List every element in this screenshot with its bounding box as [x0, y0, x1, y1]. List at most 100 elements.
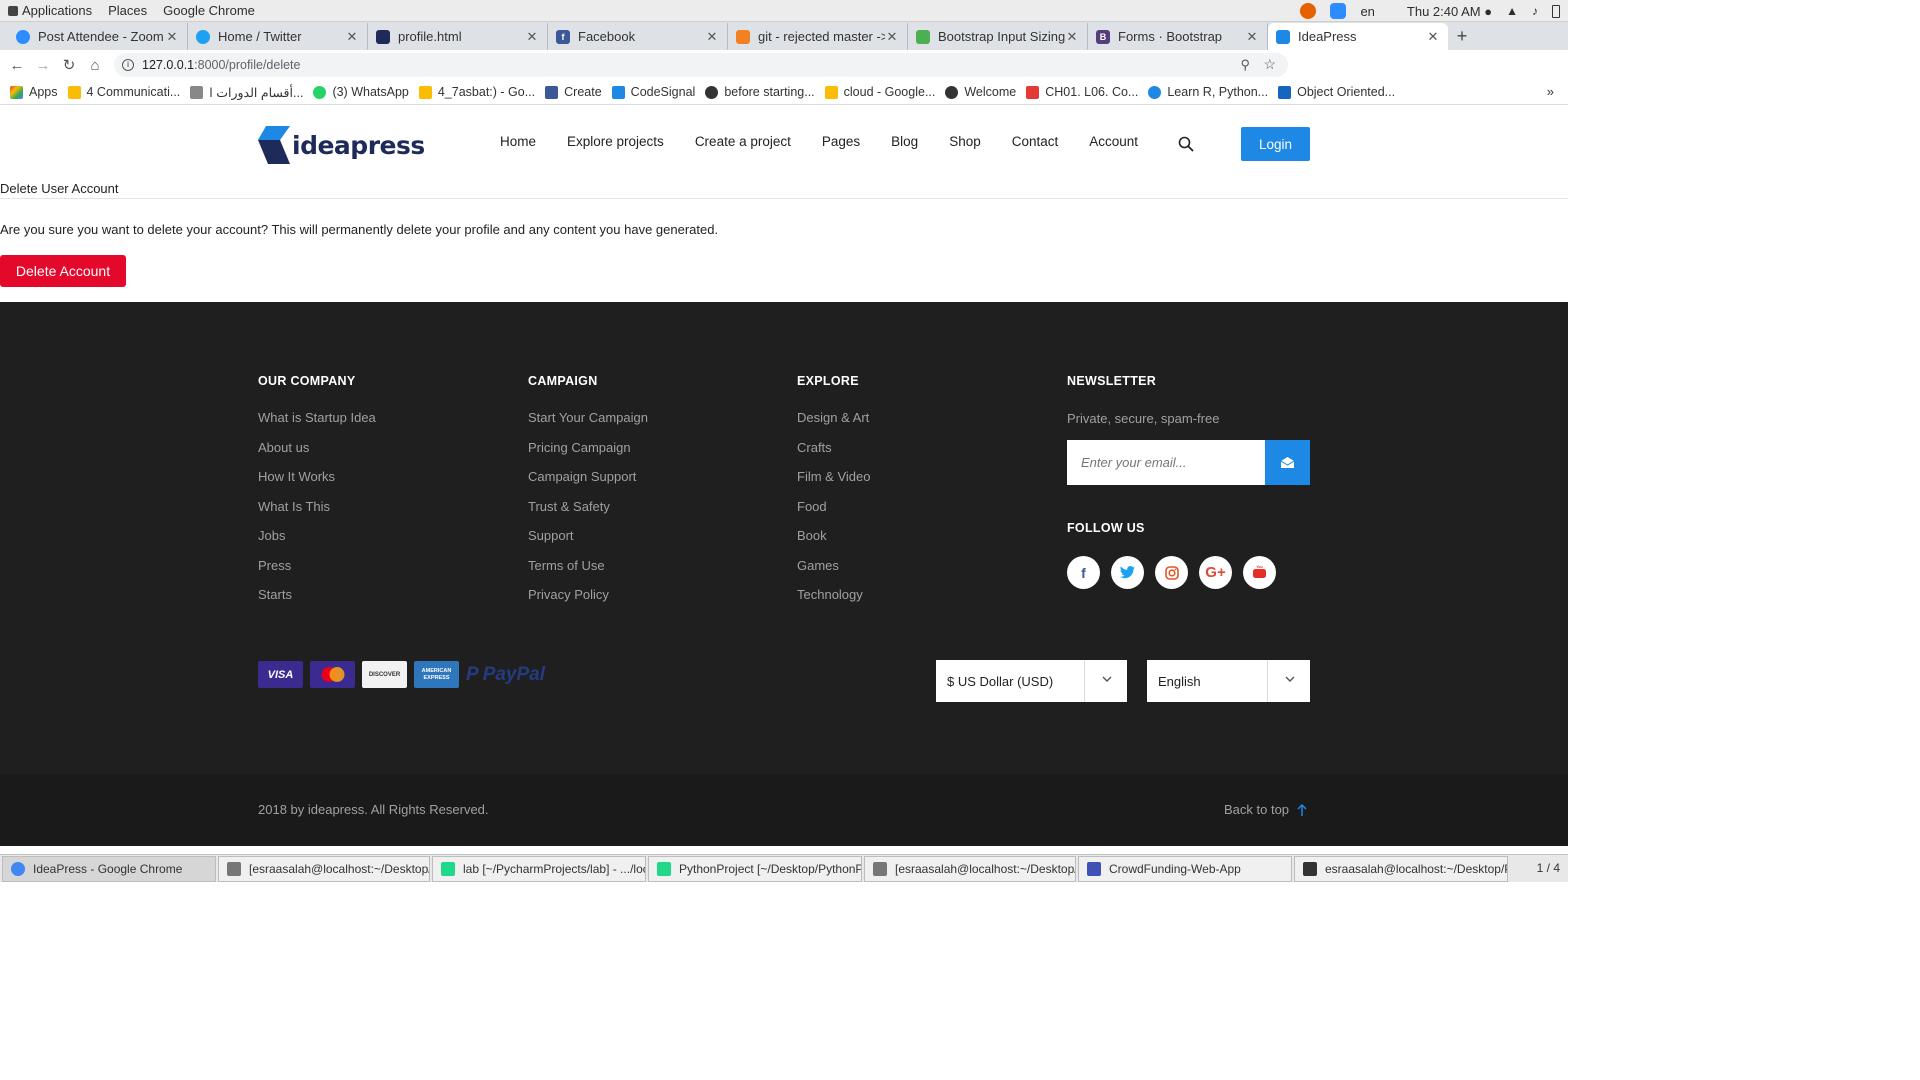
close-tab-icon[interactable]: ✕ [1245, 29, 1259, 45]
places-menu[interactable]: Places [108, 3, 147, 18]
close-tab-icon[interactable]: ✕ [525, 29, 539, 45]
tab-bootstrap-forms[interactable]: B Forms · Bootstrap ✕ [1088, 23, 1268, 50]
twitter-icon[interactable] [1111, 556, 1144, 589]
close-tab-icon[interactable]: ✕ [1065, 29, 1079, 45]
wifi-icon[interactable]: ▲ [1506, 4, 1518, 18]
footer-link[interactable]: Support [528, 528, 648, 558]
bookmark-item[interactable]: CH01. L06. Co... [1026, 85, 1138, 99]
taskbar-item-pycharm[interactable]: lab [~/PycharmProjects/lab] - .../locall… [432, 855, 646, 882]
close-tab-icon[interactable]: ✕ [885, 29, 899, 45]
nav-contact[interactable]: Contact [1012, 134, 1059, 149]
address-bar[interactable]: i 127.0.0.1:8000/profile/delete ⚲ ☆ [114, 53, 1288, 77]
chrome-app-menu[interactable]: Google Chrome [163, 3, 255, 18]
footer-link[interactable]: Crafts [797, 440, 870, 470]
home-icon[interactable]: ⌂ [82, 57, 108, 74]
bookmark-item[interactable]: (3) WhatsApp [313, 85, 409, 99]
newsletter-submit-button[interactable] [1265, 440, 1310, 485]
bookmark-item[interactable]: CodeSignal [611, 85, 695, 99]
close-tab-icon[interactable]: ✕ [705, 29, 719, 45]
tab-w3schools[interactable]: Bootstrap Input Sizing ✕ [908, 23, 1088, 50]
footer-link[interactable]: Games [797, 558, 870, 588]
footer-link[interactable]: How It Works [258, 469, 376, 499]
nav-create-project[interactable]: Create a project [695, 134, 791, 149]
language-indicator[interactable]: en [1360, 4, 1374, 19]
tab-stackoverflow[interactable]: git - rejected master -> ✕ [728, 23, 908, 50]
facebook-icon[interactable]: f [1067, 556, 1100, 589]
tab-profile-html[interactable]: profile.html ✕ [368, 23, 548, 50]
bookmark-item[interactable]: Learn R, Python... [1148, 85, 1268, 99]
applications-menu[interactable]: Applications [8, 3, 92, 18]
youtube-icon[interactable]: You [1243, 556, 1276, 589]
taskbar-item-terminal[interactable]: esraasalah@localhost:~/Desktop/Pyt... [1294, 855, 1508, 882]
battery-icon[interactable] [1552, 4, 1560, 18]
footer-link[interactable]: Film & Video [797, 469, 870, 499]
bookmark-item[interactable]: Create [545, 85, 602, 99]
tab-ideapress[interactable]: IdeaPress ✕ [1268, 23, 1448, 50]
nav-account[interactable]: Account [1089, 134, 1138, 149]
login-button[interactable]: Login [1241, 127, 1310, 161]
workspace-pager[interactable]: 1 / 4 [1537, 861, 1560, 875]
nav-shop[interactable]: Shop [949, 134, 981, 149]
zoom-tray-icon[interactable] [1330, 3, 1347, 19]
footer-link[interactable]: Terms of Use [528, 558, 648, 588]
tab-twitter[interactable]: Home / Twitter ✕ [188, 23, 368, 50]
tab-zoom[interactable]: Post Attendee - Zoom ✕ [8, 23, 188, 50]
footer-link[interactable]: Design & Art [797, 410, 870, 440]
nav-blog[interactable]: Blog [891, 134, 918, 149]
search-icon[interactable] [1178, 136, 1194, 152]
zoom-icon[interactable]: ⚲ [1240, 57, 1250, 73]
footer-link[interactable]: Press [258, 558, 376, 588]
footer-link[interactable]: Technology [797, 587, 870, 617]
footer-link[interactable]: What Is This [258, 499, 376, 529]
bookmark-item[interactable]: 4 Communicati... [67, 85, 180, 99]
google-plus-icon[interactable]: G+ [1199, 556, 1232, 589]
footer-link[interactable]: Starts [258, 587, 376, 617]
site-info-icon[interactable]: i [122, 59, 134, 71]
bookmark-item[interactable]: أقسام الدورات ا... [190, 85, 303, 100]
footer-link[interactable]: Trust & Safety [528, 499, 648, 529]
language-select[interactable]: English [1147, 660, 1310, 702]
back-to-top-link[interactable]: Back to top [1224, 802, 1307, 817]
bookmark-item[interactable]: cloud - Google... [824, 85, 935, 99]
taskbar-item-chrome[interactable]: IdeaPress - Google Chrome [2, 855, 216, 882]
delete-account-button[interactable]: Delete Account [0, 255, 126, 287]
nav-explore-projects[interactable]: Explore projects [567, 134, 664, 149]
footer-link[interactable]: Pricing Campaign [528, 440, 648, 470]
firefox-tray-icon[interactable] [1300, 3, 1317, 19]
taskbar-item-terminal[interactable]: [esraasalah@localhost:~/Desktop/De... [218, 855, 430, 882]
reload-icon[interactable]: ↻ [56, 56, 82, 74]
footer-link[interactable]: What is Startup Idea [258, 410, 376, 440]
taskbar-item-pycharm[interactable]: PythonProject [~/Desktop/PythonPr... [648, 855, 862, 882]
bookmark-item[interactable]: 4_7asbat:) - Go... [418, 85, 535, 99]
bookmark-item[interactable]: before starting... [705, 85, 815, 99]
footer-link[interactable]: Book [797, 528, 870, 558]
bookmark-star-icon[interactable]: ☆ [1263, 56, 1276, 73]
bookmark-item[interactable]: Welcome [945, 85, 1016, 99]
instagram-icon[interactable] [1155, 556, 1188, 589]
taskbar-item-editor[interactable]: CrowdFunding-Web-App [1078, 855, 1292, 882]
nav-pages[interactable]: Pages [822, 134, 860, 149]
back-icon[interactable]: ← [4, 57, 30, 74]
volume-icon[interactable]: ♪ [1532, 4, 1538, 18]
ideapress-logo[interactable]: ideapress [258, 126, 425, 164]
bookmark-apps[interactable]: Apps [10, 85, 58, 99]
bookmark-item[interactable]: Object Oriented... [1278, 85, 1395, 99]
footer-link[interactable]: Food [797, 499, 870, 529]
footer-link[interactable]: About us [258, 440, 376, 470]
close-tab-icon[interactable]: ✕ [345, 29, 359, 45]
nav-home[interactable]: Home [500, 134, 536, 149]
close-tab-icon[interactable]: ✕ [1426, 29, 1440, 45]
close-tab-icon[interactable]: ✕ [165, 29, 179, 45]
footer-link[interactable]: Start Your Campaign [528, 410, 648, 440]
new-tab-button[interactable]: + [1448, 23, 1476, 50]
taskbar-item-terminal[interactable]: [esraasalah@localhost:~/Desktop/De... [864, 855, 1076, 882]
footer-link[interactable]: Campaign Support [528, 469, 648, 499]
newsletter-email-input[interactable] [1067, 440, 1265, 485]
forward-icon[interactable]: → [30, 57, 56, 74]
clock[interactable]: Thu 2:40 AM ● [1407, 4, 1492, 19]
tab-facebook[interactable]: f Facebook ✕ [548, 23, 728, 50]
bookmarks-overflow-icon[interactable]: » [1547, 84, 1554, 99]
footer-link[interactable]: Privacy Policy [528, 587, 648, 617]
currency-select[interactable]: $ US Dollar (USD) [936, 660, 1127, 702]
footer-link[interactable]: Jobs [258, 528, 376, 558]
